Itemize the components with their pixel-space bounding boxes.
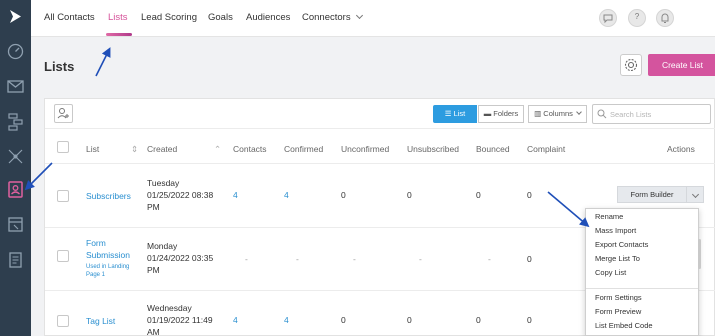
arrow-to-mass-import — [547, 191, 590, 228]
arrow-to-lists-tab — [95, 47, 111, 77]
arrow-to-contacts-icon — [24, 162, 53, 191]
annotation-arrows — [24, 47, 590, 228]
